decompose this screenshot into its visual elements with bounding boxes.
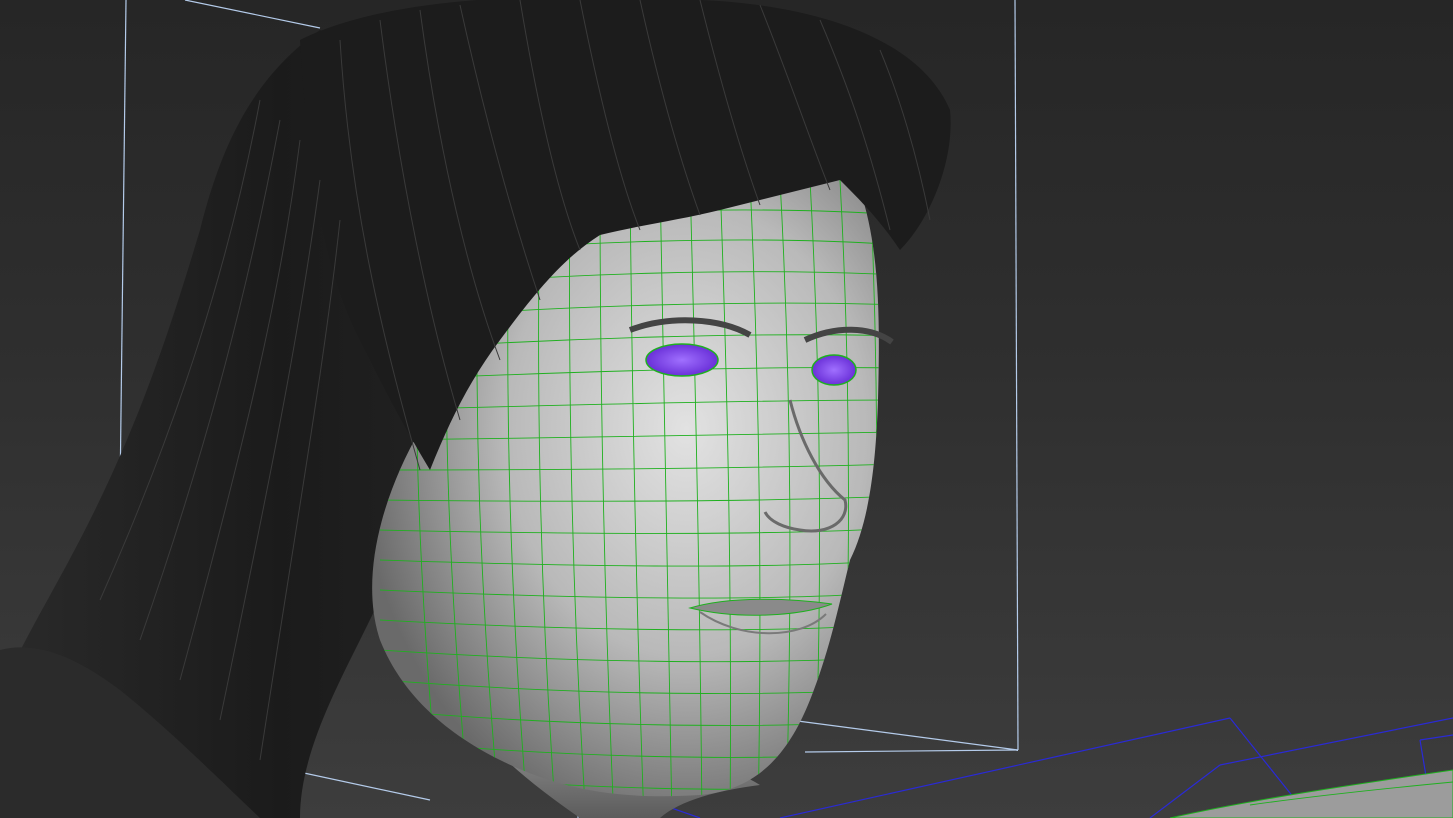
shoulder-mesh[interactable] <box>1169 769 1453 818</box>
eye-right[interactable] <box>811 354 857 386</box>
scene-render[interactable] <box>0 0 1453 818</box>
3d-viewport[interactable] <box>0 0 1453 818</box>
eye-left[interactable] <box>645 343 719 377</box>
